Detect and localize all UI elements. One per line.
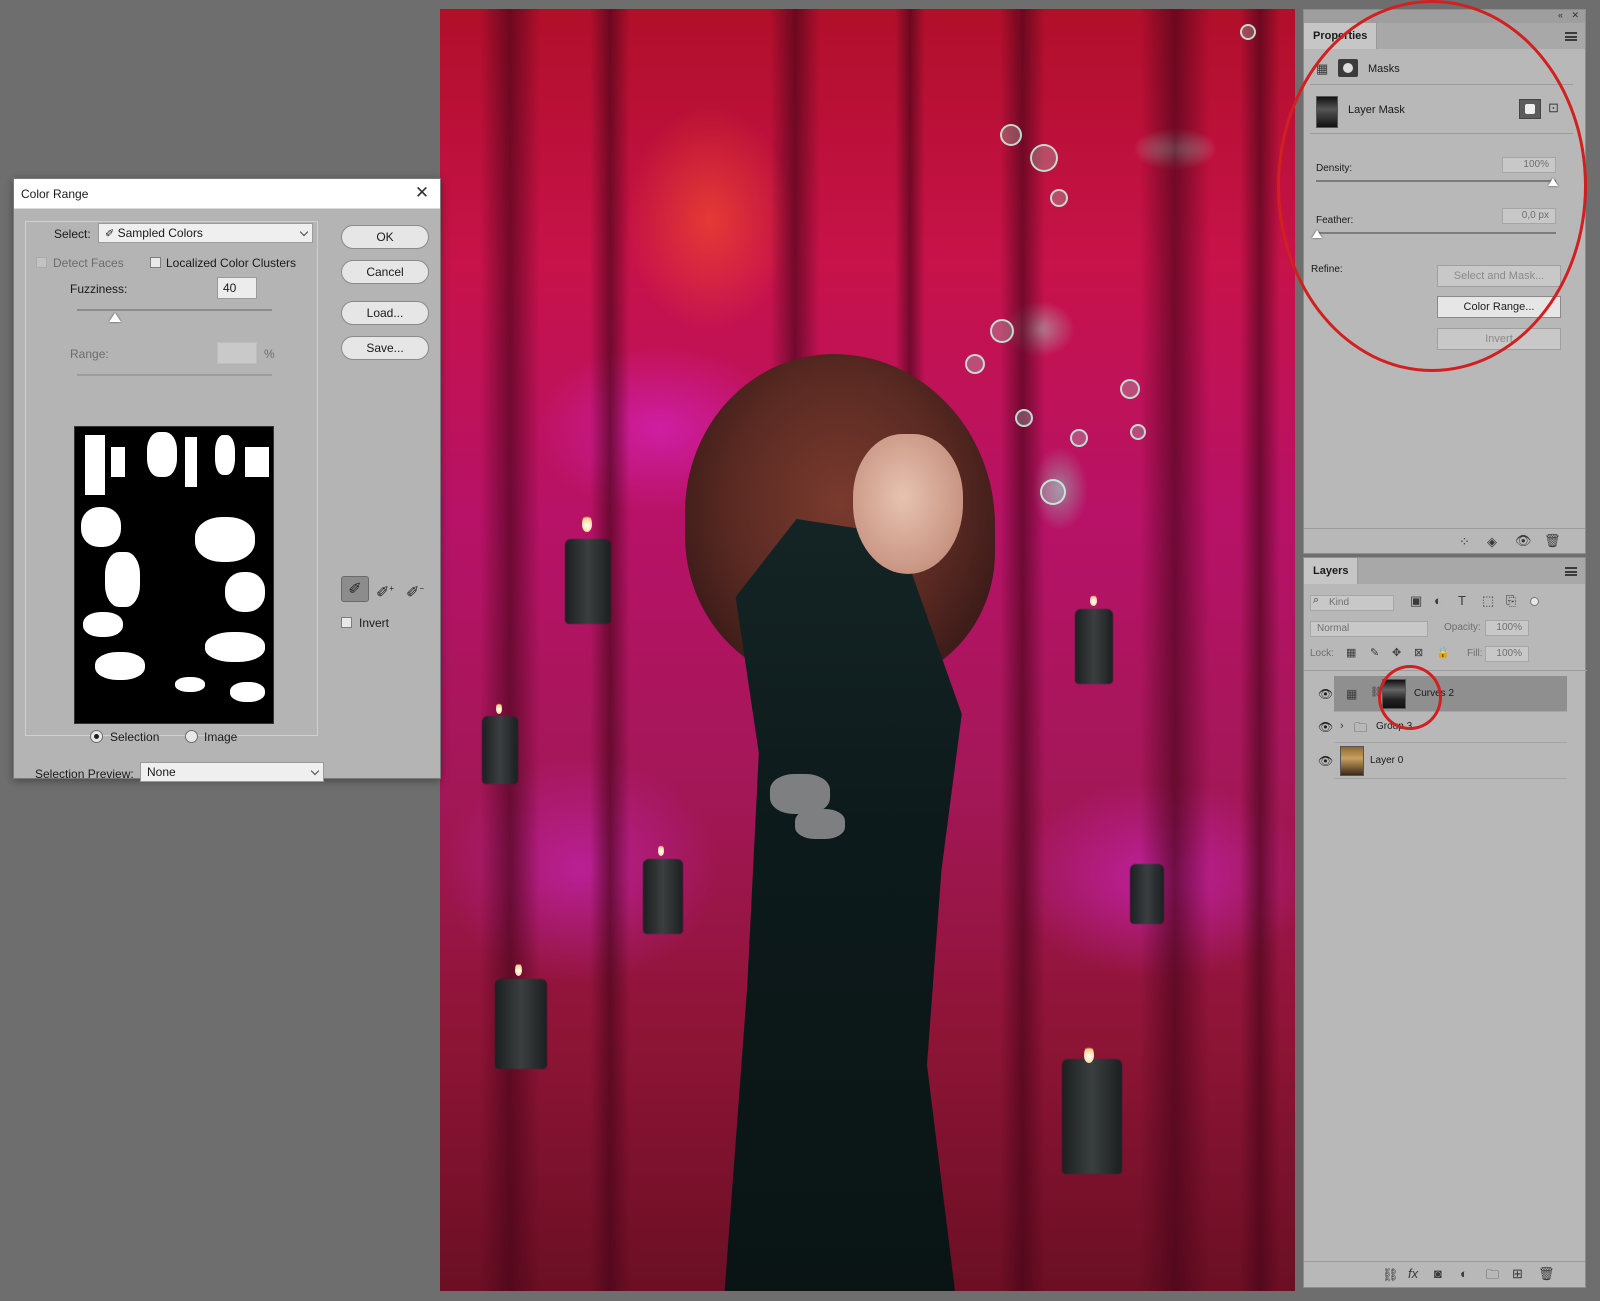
filter-adjustment-icon[interactable]: ◐: [1434, 593, 1442, 608]
folder-icon: 🗀: [1354, 720, 1368, 735]
tab-layers[interactable]: Layers: [1304, 558, 1359, 584]
fuzziness-slider-thumb[interactable]: [109, 313, 121, 322]
new-group-icon[interactable]: 🗀: [1486, 1266, 1499, 1288]
fx-icon[interactable]: fx: [1408, 1266, 1418, 1281]
fuzziness-slider-track[interactable]: [77, 309, 272, 311]
dialog-title-bar[interactable]: Color Range ✕: [14, 179, 440, 209]
selection-radio[interactable]: [90, 730, 103, 743]
select-label: Select:: [54, 227, 91, 241]
filter-toggle-icon[interactable]: [1530, 597, 1539, 606]
fill-label: Fill:: [1467, 648, 1483, 659]
add-mask-icon[interactable]: ◙: [1434, 1266, 1442, 1281]
image-radio-label: Image: [204, 730, 238, 744]
layer-name[interactable]: Layer 0: [1370, 755, 1403, 766]
selection-preview-label: Selection Preview:: [35, 767, 134, 781]
collapse-icon[interactable]: «: [1558, 10, 1563, 20]
opacity-input[interactable]: 100%: [1485, 620, 1529, 636]
trash-icon[interactable]: 🗑: [1544, 533, 1561, 549]
panel-menu-icon[interactable]: [1565, 32, 1577, 41]
lock-label: Lock:: [1310, 648, 1334, 659]
filter-pixel-icon[interactable]: ▣: [1410, 593, 1422, 609]
localized-clusters-label: Localized Color Clusters: [166, 256, 297, 270]
tab-layers-label: Layers: [1313, 565, 1349, 577]
range-slider-track: [77, 374, 272, 376]
layers-panel: Layers Kind ⌕ ▣ ◐ T ⬚ ⎘ Normal Opacity: …: [1303, 557, 1587, 1288]
selection-radio-label: Selection: [110, 730, 160, 744]
layer-row-layer0[interactable]: Layer 0: [1334, 743, 1567, 779]
new-adjustment-icon[interactable]: ◐: [1460, 1266, 1468, 1281]
filter-kind-dropdown[interactable]: Kind: [1310, 595, 1394, 611]
selection-preview-value: None: [147, 765, 176, 779]
filter-kind-value: Kind: [1329, 597, 1350, 608]
color-range-dialog: Color Range ✕ Select: ✐ Sampled Colors D…: [13, 178, 441, 782]
filter-smart-object-icon[interactable]: ⎘: [1506, 593, 1516, 609]
panel-menu-icon[interactable]: [1565, 567, 1577, 576]
annotation-circle: [1378, 665, 1442, 730]
eyedropper-icon[interactable]: ✐: [341, 576, 369, 602]
detect-faces-checkbox: [36, 257, 47, 268]
invert-label: Invert: [359, 616, 390, 630]
apply-mask-icon[interactable]: ◈: [1487, 534, 1497, 550]
fuzziness-label: Fuzziness:: [70, 282, 128, 296]
selection-preview-image[interactable]: [74, 426, 274, 724]
filter-type-icon[interactable]: T: [1458, 593, 1466, 608]
load-selection-icon[interactable]: ⁘: [1459, 534, 1470, 550]
select-dropdown[interactable]: ✐ Sampled Colors: [98, 223, 313, 243]
range-unit: %: [264, 347, 275, 361]
chevron-right-icon[interactable]: ›: [1340, 720, 1344, 732]
detect-faces-label: Detect Faces: [53, 256, 124, 270]
invert-checkbox[interactable]: [341, 617, 352, 628]
dialog-title: Color Range: [21, 187, 89, 201]
lock-all-icon[interactable]: 🔒: [1436, 646, 1450, 659]
save-button[interactable]: Save...: [341, 336, 429, 360]
filter-shape-icon[interactable]: ⬚: [1482, 593, 1494, 609]
eye-icon[interactable]: 👁: [1318, 687, 1333, 701]
document-canvas[interactable]: [440, 9, 1295, 1291]
annotation-circle: [1277, 0, 1587, 372]
lock-artboard-icon[interactable]: ⊠: [1414, 646, 1423, 659]
trash-icon[interactable]: 🗑: [1538, 1266, 1555, 1282]
image-radio[interactable]: [185, 730, 198, 743]
eyedropper-minus-icon[interactable]: ✐−: [401, 576, 429, 602]
layer-row-curves[interactable]: ▦ ⛓ Curves 2: [1334, 676, 1567, 712]
localized-clusters-checkbox[interactable]: [150, 257, 161, 268]
blend-mode-dropdown[interactable]: Normal: [1310, 621, 1428, 637]
search-icon: ⌕: [1313, 594, 1320, 606]
select-value: Sampled Colors: [117, 226, 203, 240]
range-label: Range:: [70, 347, 109, 361]
link-layers-icon[interactable]: ⛓: [1382, 1267, 1399, 1283]
new-layer-icon[interactable]: ⊞: [1512, 1266, 1523, 1282]
eye-icon[interactable]: 👁: [1318, 720, 1333, 734]
eye-icon[interactable]: 👁: [1318, 754, 1333, 768]
lock-pixels-icon[interactable]: ✎: [1370, 646, 1379, 659]
lock-position-icon[interactable]: ✥: [1392, 646, 1401, 659]
fuzziness-input[interactable]: 40: [217, 277, 257, 299]
layer-thumbnail: [1340, 746, 1364, 776]
load-button[interactable]: Load...: [341, 301, 429, 325]
range-input: [217, 342, 257, 364]
eyedropper-icon: ✐: [105, 228, 115, 240]
eyedropper-plus-icon[interactable]: ✐+: [371, 576, 399, 602]
opacity-label: Opacity:: [1444, 622, 1481, 633]
close-icon[interactable]: ✕: [1571, 10, 1579, 21]
layer-row-group[interactable]: › 🗀 Group 3: [1334, 712, 1567, 743]
fill-input[interactable]: 100%: [1485, 646, 1529, 662]
eye-icon[interactable]: 👁: [1515, 533, 1532, 549]
selection-preview-dropdown[interactable]: None: [140, 762, 324, 782]
cancel-button[interactable]: Cancel: [341, 260, 429, 284]
lock-transparent-icon[interactable]: ▦: [1346, 646, 1356, 659]
close-icon[interactable]: ✕: [412, 183, 432, 203]
ok-button[interactable]: OK: [341, 225, 429, 249]
adjustment-curves-icon: ▦: [1346, 687, 1358, 701]
